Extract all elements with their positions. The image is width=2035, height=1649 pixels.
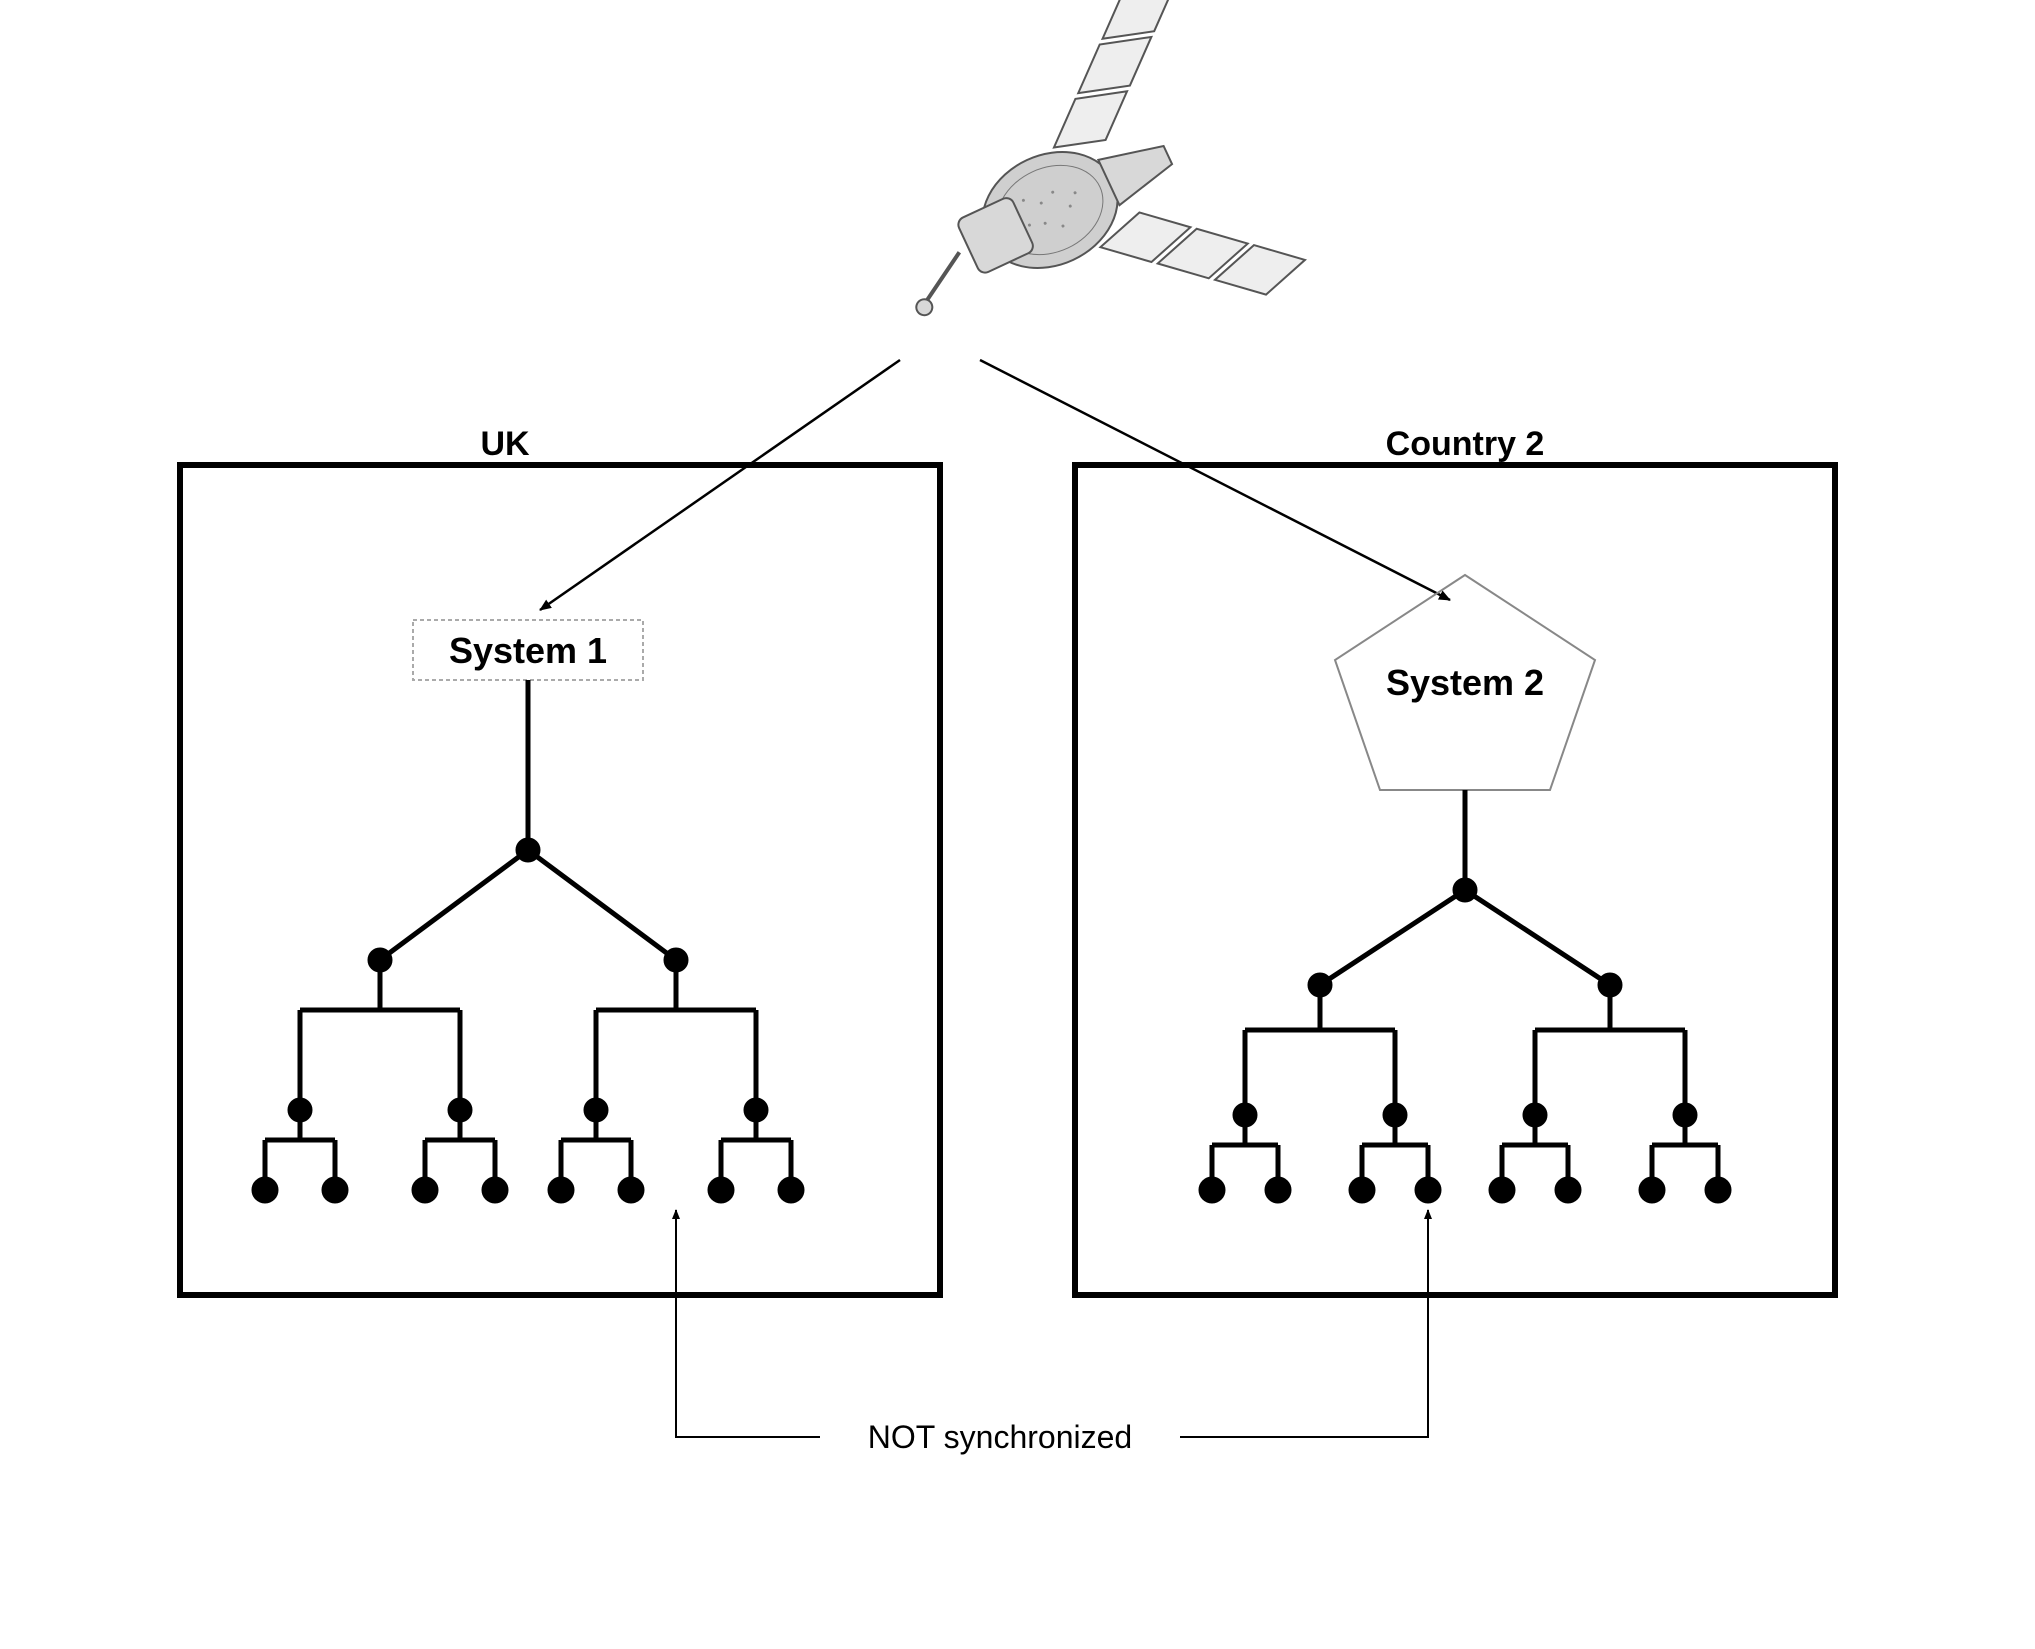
arrow-satellite-to-system2 bbox=[980, 360, 1450, 600]
country2-title: Country 2 bbox=[1386, 425, 1545, 463]
system1-label: System 1 bbox=[449, 630, 607, 671]
system2-pentagon: System 2 bbox=[1335, 575, 1595, 790]
uk-tree bbox=[254, 680, 802, 1201]
country2-tree bbox=[1201, 790, 1729, 1201]
not-synchronized-label: NOT synchronized bbox=[868, 1419, 1132, 1455]
system2-label: System 2 bbox=[1386, 662, 1544, 703]
uk-title: UK bbox=[480, 425, 530, 463]
uk-container: UK System 1 bbox=[180, 425, 940, 1295]
system1-box: System 1 bbox=[413, 620, 643, 680]
satellite-icon bbox=[831, 0, 1311, 431]
arrow-satellite-to-system1 bbox=[540, 360, 900, 610]
country2-container: Country 2 System 2 bbox=[1075, 425, 1835, 1295]
not-synchronized-callout: NOT synchronized bbox=[676, 1210, 1428, 1455]
